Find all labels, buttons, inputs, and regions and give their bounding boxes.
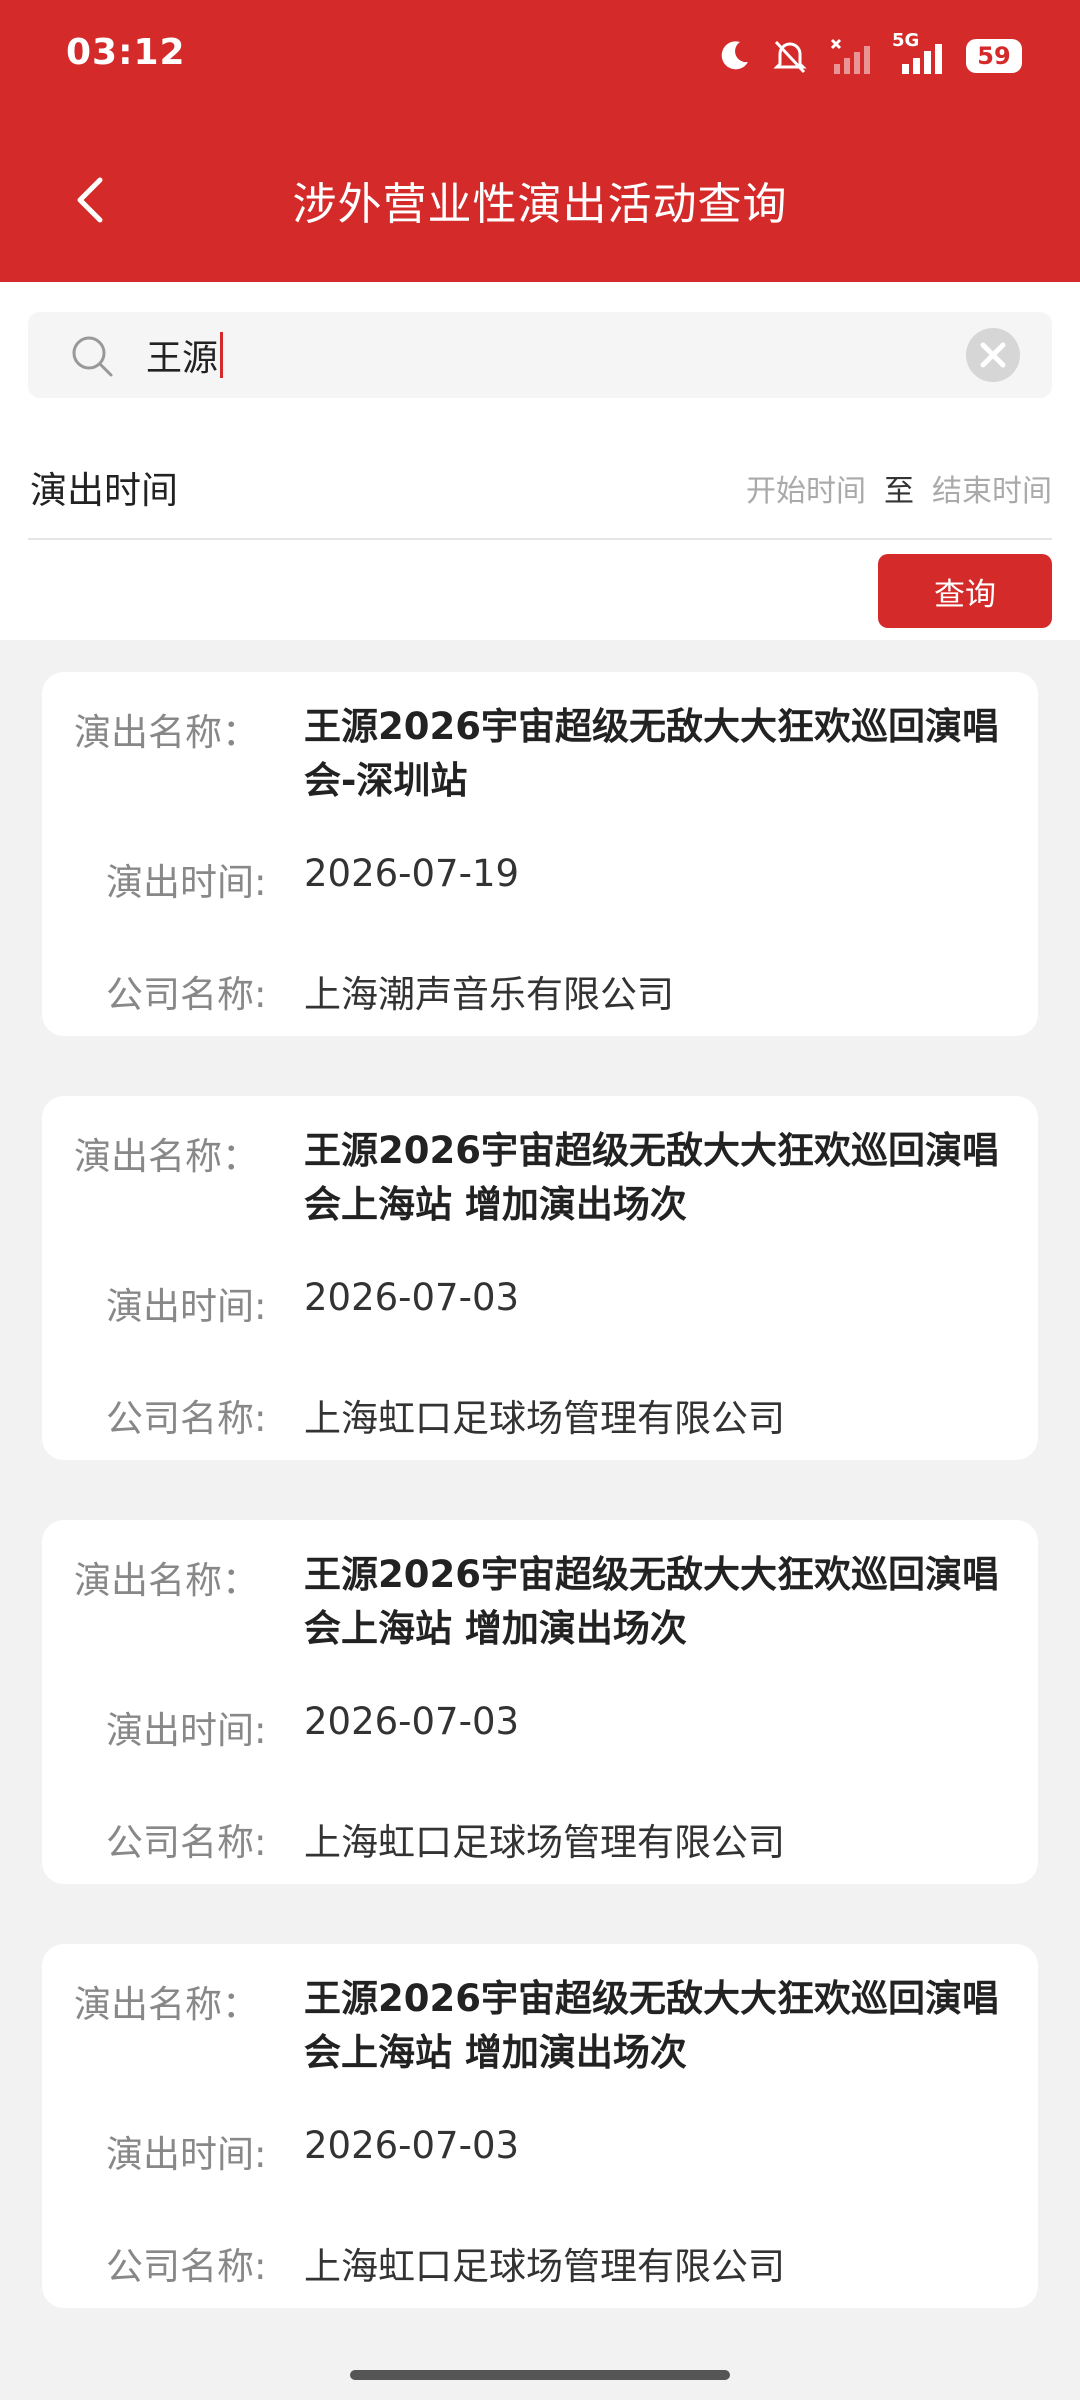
time-separator: 至 [884, 474, 914, 509]
search-value: 王源 [146, 330, 224, 380]
result-card[interactable]: 演出名称： 王源2026宇宙超级无敌大大狂欢巡回演唱会上海站 增加演出场次 演出… [42, 1944, 1038, 2308]
search-icon [72, 336, 113, 377]
search-input[interactable]: 王源 [28, 312, 1052, 398]
company-name: 上海虹口足球场管理有限公司 [304, 1397, 785, 1440]
header: 03:12 5G 59 涉外营业性演出活动查询 [0, 0, 1080, 282]
performance-name: 王源2026宇宙超级无敌大大狂欢巡回演唱会-深圳站 [304, 705, 999, 802]
result-card[interactable]: 演出名称： 王源2026宇宙超级无敌大大狂欢巡回演唱会上海站 增加演出场次 演出… [42, 1096, 1038, 1460]
performance-date: 2026-07-03 [304, 1276, 520, 1319]
result-card[interactable]: 演出名称： 王源2026宇宙超级无敌大大狂欢巡回演唱会-深圳站 演出时间: 20… [42, 672, 1038, 1036]
time-filter-label: 演出时间 [30, 469, 178, 512]
clear-icon[interactable] [964, 326, 1022, 384]
no-signal-icon [830, 38, 870, 74]
time-range: 开始时间 至 结束时间 [746, 466, 1052, 510]
battery-icon: 59 [966, 39, 1022, 73]
company-name: 上海潮声音乐有限公司 [304, 973, 674, 1016]
performance-date: 2026-07-19 [304, 852, 520, 895]
search-text: 王源 [146, 338, 219, 379]
time-filter-row: 演出时间 开始时间 至 结束时间 [28, 450, 1052, 520]
title-bar: 涉外营业性演出活动查询 [0, 150, 1080, 250]
signal-5g: 5G [892, 30, 948, 76]
home-indicator[interactable] [350, 2370, 730, 2380]
app-screen: 03:12 5G 59 涉外营业性演出活动查询 王源 演出时间 开始时间 至 结… [0, 0, 1080, 2400]
performance-name: 王源2026宇宙超级无敌大大狂欢巡回演唱会上海站 增加演出场次 [304, 1977, 999, 2074]
end-time-picker[interactable]: 结束时间 [932, 466, 1052, 510]
company-name: 上海虹口足球场管理有限公司 [304, 1821, 785, 1864]
performance-name: 王源2026宇宙超级无敌大大狂欢巡回演唱会上海站 增加演出场次 [304, 1553, 999, 1650]
filter-panel: 王源 演出时间 开始时间 至 结束时间 查询 [0, 282, 1080, 640]
moon-icon [721, 41, 748, 70]
performance-date: 2026-07-03 [304, 2124, 520, 2167]
query-button[interactable]: 查询 [878, 554, 1052, 628]
status-bar: 03:12 5G 59 [0, 0, 1080, 110]
text-caret [220, 332, 224, 378]
performance-date: 2026-07-03 [304, 1700, 520, 1743]
signal-icon [902, 44, 942, 74]
start-time-picker[interactable]: 开始时间 [746, 466, 866, 510]
page-title: 涉外营业性演出活动查询 [292, 179, 788, 230]
divider [28, 538, 1052, 540]
status-time: 03:12 [66, 32, 186, 73]
company-name: 上海虹口足球场管理有限公司 [304, 2245, 785, 2288]
status-icons: 5G 59 [716, 28, 1022, 84]
performance-name: 王源2026宇宙超级无敌大大狂欢巡回演唱会上海站 增加演出场次 [304, 1129, 999, 1226]
result-card[interactable]: 演出名称： 王源2026宇宙超级无敌大大狂欢巡回演唱会上海站 增加演出场次 演出… [42, 1520, 1038, 1884]
mute-icon [773, 40, 807, 74]
